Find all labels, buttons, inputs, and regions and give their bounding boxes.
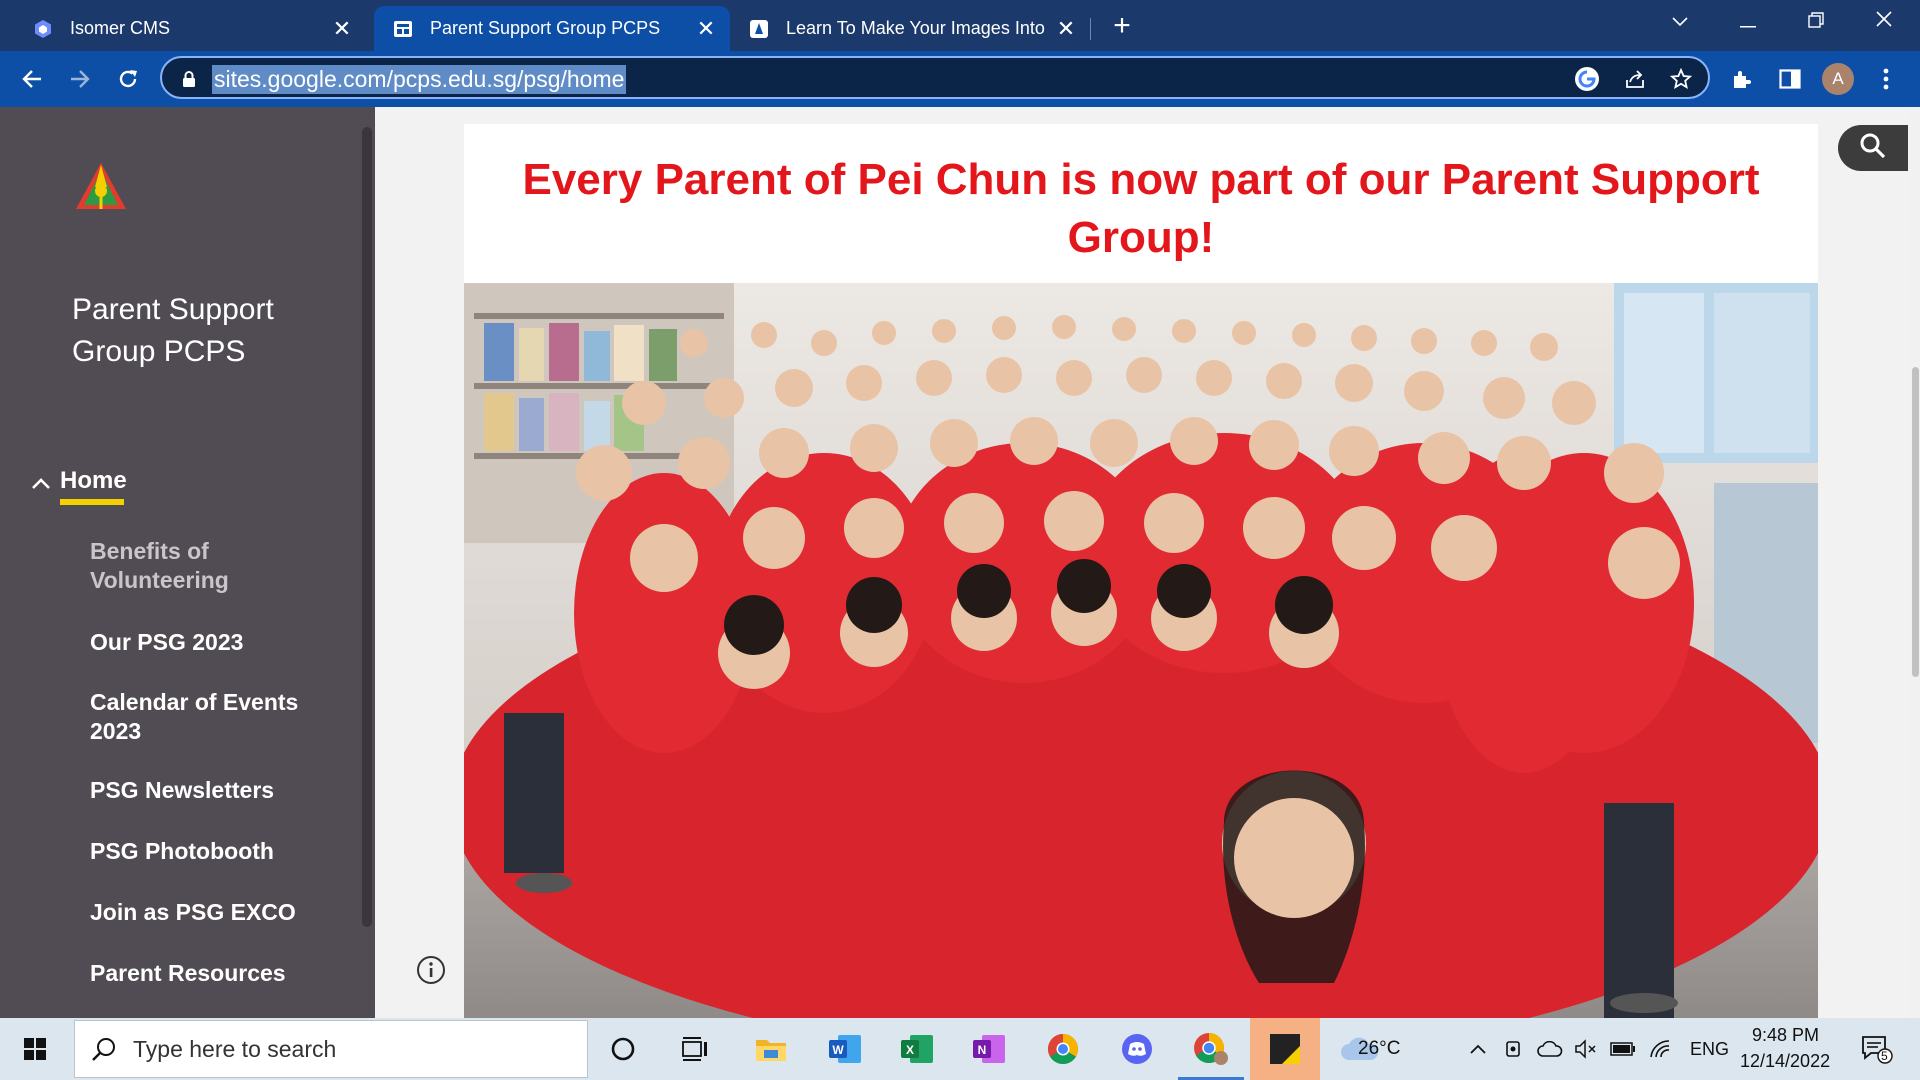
page-scrollbar-thumb[interactable] bbox=[1912, 367, 1919, 677]
sticky-notes-app[interactable] bbox=[1250, 1018, 1320, 1080]
new-tab-button[interactable]: + bbox=[1104, 8, 1140, 44]
extensions-icon[interactable] bbox=[1726, 63, 1758, 95]
search-icon bbox=[1859, 132, 1887, 165]
task-view-icon[interactable] bbox=[674, 1028, 716, 1070]
clock-date[interactable]: 12/14/2022 bbox=[1740, 1051, 1830, 1072]
isomer-icon bbox=[32, 18, 54, 40]
chevron-up-icon[interactable] bbox=[30, 473, 52, 493]
chrome-icon[interactable] bbox=[1042, 1028, 1084, 1070]
tab-title: Parent Support Group PCPS bbox=[430, 18, 661, 38]
tray-chevron-up-icon[interactable] bbox=[1462, 1028, 1494, 1070]
page-headline: Every Parent of Pei Chun is now part of … bbox=[522, 155, 1760, 262]
google-icon[interactable] bbox=[1572, 64, 1602, 94]
battery-icon[interactable] bbox=[1606, 1028, 1640, 1070]
tab-separator bbox=[1090, 18, 1091, 40]
nav-item-psg-photobooth[interactable]: PSG Photobooth bbox=[90, 837, 330, 866]
lock-icon[interactable] bbox=[174, 64, 204, 94]
nav-item-benefits-of-volunteering[interactable]: Benefits of Volunteering bbox=[90, 537, 330, 595]
close-window-button[interactable] bbox=[1854, 0, 1914, 45]
close-icon[interactable]: ✕ bbox=[692, 16, 720, 42]
tab-title: Learn To Make Your Images Into bbox=[786, 18, 1045, 38]
windows-start-icon[interactable] bbox=[14, 1028, 56, 1070]
group-photo[interactable] bbox=[464, 283, 1818, 1018]
close-icon[interactable]: ✕ bbox=[328, 16, 356, 42]
minimize-button[interactable] bbox=[1718, 0, 1778, 45]
nav-item-join-as-psg-exco[interactable]: Join as PSG EXCO bbox=[90, 898, 330, 927]
back-button[interactable] bbox=[12, 59, 52, 99]
active-indicator bbox=[60, 499, 124, 505]
tab-strip: Isomer CMS ✕ Parent Support Group PCPS ✕… bbox=[0, 0, 1920, 51]
nav-item-parent-resources[interactable]: Parent Resources bbox=[90, 959, 330, 988]
tab-parent-support-group[interactable]: Parent Support Group PCPS ✕ bbox=[374, 6, 730, 51]
discord-icon[interactable] bbox=[1116, 1028, 1158, 1070]
weather-temperature[interactable]: 26°C bbox=[1358, 1038, 1400, 1060]
file-explorer-icon[interactable] bbox=[750, 1028, 792, 1070]
volume-muted-icon[interactable] bbox=[1570, 1028, 1602, 1070]
headline-panel: Every Parent of Pei Chun is now part of … bbox=[464, 124, 1818, 294]
notification-count-badge: 5 bbox=[1881, 1049, 1888, 1063]
forward-button[interactable] bbox=[60, 59, 100, 99]
language-indicator[interactable]: ENG bbox=[1690, 1039, 1729, 1060]
sidebar-scrollbar[interactable] bbox=[362, 127, 372, 927]
onedrive-icon[interactable] bbox=[1534, 1028, 1566, 1070]
svg-text:W: W bbox=[832, 1043, 844, 1057]
reload-button[interactable] bbox=[108, 59, 148, 99]
menu-kebab-icon[interactable] bbox=[1870, 63, 1902, 95]
nav-item-psg-newsletters[interactable]: PSG Newsletters bbox=[90, 776, 330, 805]
restore-button[interactable] bbox=[1786, 0, 1846, 45]
excel-icon[interactable]: X bbox=[896, 1028, 938, 1070]
onenote-icon[interactable]: N bbox=[968, 1028, 1010, 1070]
taskbar-search-box[interactable]: Type here to search bbox=[74, 1020, 588, 1078]
tab-isomer[interactable]: Isomer CMS ✕ bbox=[14, 6, 366, 51]
svg-text:X: X bbox=[906, 1043, 914, 1057]
school-logo[interactable] bbox=[74, 161, 128, 213]
chrome-profile-icon[interactable] bbox=[1190, 1028, 1232, 1070]
profile-avatar[interactable]: A bbox=[1822, 63, 1854, 95]
group-photo-illustration bbox=[464, 283, 1818, 1018]
search-icon bbox=[91, 1037, 117, 1068]
address-bar[interactable]: sites.google.com/pcps.edu.sg/psg/home bbox=[160, 56, 1710, 99]
browser-toolbar: sites.google.com/pcps.edu.sg/psg/home A bbox=[0, 51, 1920, 107]
main-content: Every Parent of Pei Chun is now part of … bbox=[375, 107, 1920, 1018]
site-search-button[interactable] bbox=[1838, 125, 1908, 171]
tab-search-chevron-icon[interactable] bbox=[1650, 0, 1710, 45]
bookmark-star-icon[interactable] bbox=[1666, 64, 1696, 94]
url-text[interactable]: sites.google.com/pcps.edu.sg/psg/home bbox=[212, 65, 627, 94]
windows-taskbar: Type here to search W X N 26°C ENG 9:48 … bbox=[0, 1018, 1920, 1080]
google-sites-icon bbox=[392, 18, 414, 40]
nav-item-our-psg-2023[interactable]: Our PSG 2023 bbox=[90, 628, 330, 657]
info-icon[interactable] bbox=[415, 954, 447, 986]
site-title[interactable]: Parent Support Group PCPS bbox=[72, 289, 352, 373]
side-panel-icon[interactable] bbox=[1774, 63, 1806, 95]
svg-text:N: N bbox=[978, 1043, 987, 1057]
meet-now-icon[interactable] bbox=[1498, 1028, 1530, 1070]
share-icon[interactable] bbox=[1620, 64, 1650, 94]
cortana-icon[interactable] bbox=[602, 1028, 644, 1070]
nav-item-home[interactable]: Home bbox=[60, 467, 127, 495]
tab-learn-images[interactable]: Learn To Make Your Images Into ✕ bbox=[730, 6, 1090, 51]
canva-icon bbox=[748, 18, 770, 40]
tab-title: Isomer CMS bbox=[70, 18, 171, 38]
site-sidebar: Parent Support Group PCPS Home Benefits … bbox=[0, 107, 375, 1018]
nav-item-calendar-of-events[interactable]: Calendar of Events 2023 bbox=[90, 688, 330, 746]
wifi-icon[interactable] bbox=[1644, 1028, 1676, 1070]
sticky-notes-icon bbox=[1268, 1032, 1302, 1071]
word-icon[interactable]: W bbox=[824, 1028, 866, 1070]
notification-center-icon[interactable]: 5 bbox=[1856, 1028, 1898, 1070]
close-icon[interactable]: ✕ bbox=[1052, 16, 1080, 42]
taskbar-search-placeholder: Type here to search bbox=[133, 1036, 337, 1062]
clock-time[interactable]: 9:48 PM bbox=[1752, 1025, 1819, 1046]
